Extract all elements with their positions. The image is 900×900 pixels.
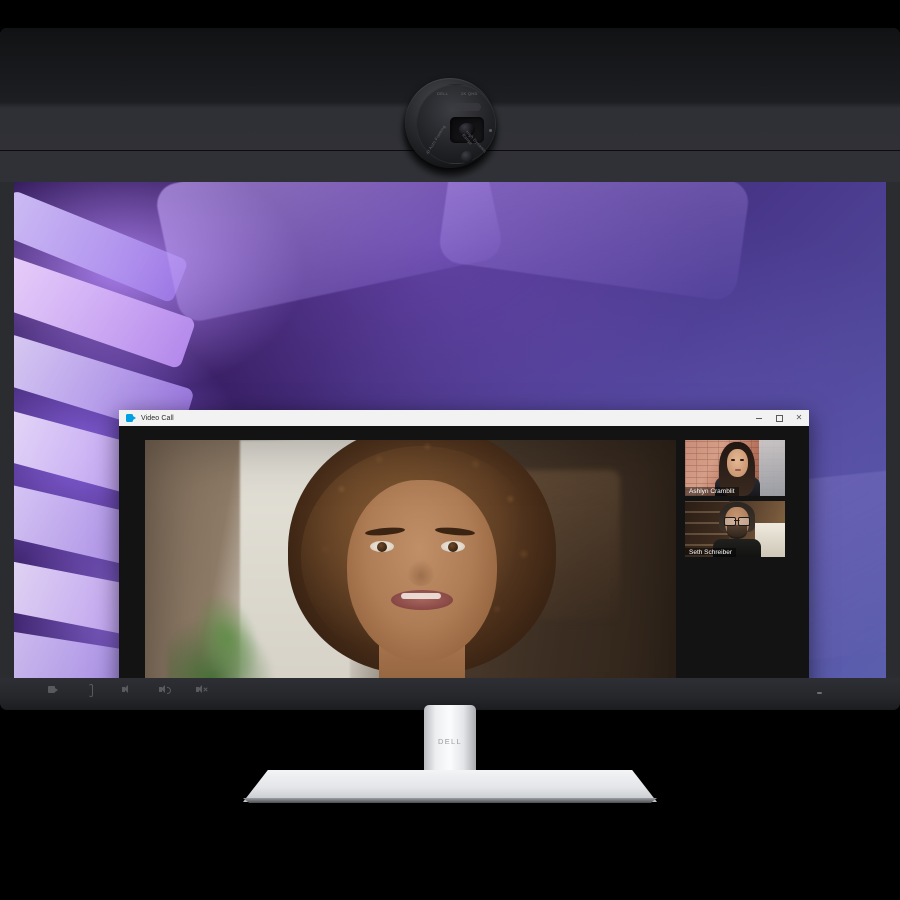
webcam-secondary-sensor: [461, 151, 473, 163]
webcam-outer-ring: DELL 2K QHD AI Auto Framing High Dynamic…: [405, 78, 496, 168]
screenshot-root: DELL 2K QHD AI Auto Framing High Dynamic…: [0, 0, 900, 900]
video-camera-icon: [126, 414, 136, 422]
participant-name-label: Seth Schreiber: [685, 548, 736, 557]
webcam-inner-ring: DELL 2K QHD AI Auto Framing High Dynamic…: [416, 84, 496, 164]
monitor-screen: Video Call ✕ Ashlyn Cramblit Seth Schrei…: [14, 182, 886, 678]
video-call-window[interactable]: Video Call ✕ Ashlyn Cramblit Seth Schrei…: [119, 410, 809, 678]
monitor-stand-base: [243, 770, 657, 802]
participant-name-label: Ashlyn Cramblit: [685, 487, 739, 496]
window-controls[interactable]: ✕: [749, 410, 809, 426]
window-title: Video Call: [141, 414, 174, 422]
bezel-mute-icon[interactable]: [196, 684, 208, 695]
window-titlebar[interactable]: Video Call ✕: [119, 410, 809, 426]
webcam-indicator-dot: [489, 129, 492, 132]
monitor-bezel-controls: [48, 684, 208, 697]
bezel-volume-down-icon[interactable]: [122, 684, 133, 695]
webcam-resolution-label: 2K QHD: [461, 91, 478, 96]
webcam-module: DELL 2K QHD AI Auto Framing High Dynamic…: [400, 78, 500, 178]
participant-thumbnail[interactable]: Ashlyn Cramblit: [685, 440, 785, 496]
monitor-stand-base-edge: [243, 798, 657, 803]
minimize-button[interactable]: [749, 410, 769, 426]
power-indicator[interactable]: [817, 692, 822, 694]
monitor-stand-neck: DELL: [424, 705, 476, 777]
participant-thumbnail[interactable]: Seth Schreiber: [685, 501, 785, 557]
bezel-volume-up-icon[interactable]: [159, 684, 171, 695]
webcam-sensor-slit: [453, 103, 481, 111]
main-video-tile[interactable]: [145, 440, 676, 678]
video-vignette: [145, 440, 676, 678]
dell-logo: DELL: [438, 737, 462, 746]
bezel-light-icon[interactable]: [85, 684, 96, 697]
participant-thumbnails: Ashlyn Cramblit Seth Schreiber: [685, 440, 785, 562]
glasses-icon: [724, 517, 750, 526]
close-button[interactable]: ✕: [789, 410, 809, 426]
webcam-brand-label: DELL: [437, 91, 449, 96]
maximize-button[interactable]: [769, 410, 789, 426]
bezel-camera-icon[interactable]: [48, 684, 59, 695]
window-body: Julia Streller Ashlyn Cramblit: [119, 426, 809, 678]
webcam-feature-label-left: AI Auto Framing: [424, 124, 447, 155]
